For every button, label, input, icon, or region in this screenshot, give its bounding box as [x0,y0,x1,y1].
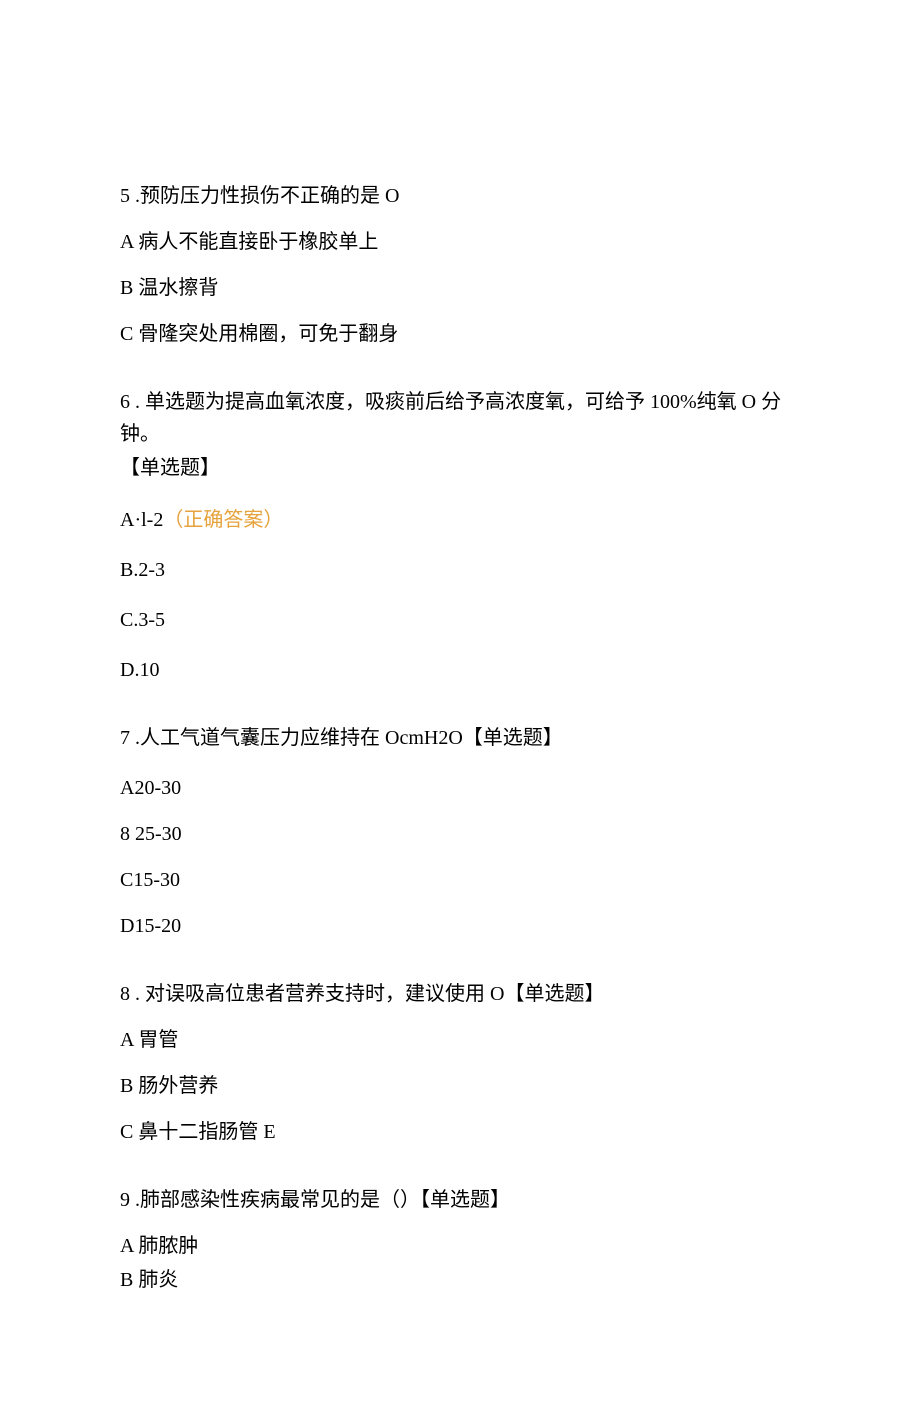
q5-stem-text: .预防压力性损伤不正确的是 O [130,185,399,207]
q9-number: 9 [120,1184,130,1216]
q8-stem-text: . 对误吸高位患者营养支持时，建议使用 O【单选题】 [130,983,604,1005]
q9-stem: 9 .肺部感染性疾病最常见的是（）【单选题】 [120,1184,800,1216]
q5-number: 5 [120,180,130,212]
q7-stem: 7 .人工气道气囊压力应维持在 OcmH2O【单选题】 [120,722,800,754]
q6-option-a: A·l-2（正确答案） [120,504,800,536]
q7-option-b-number: 8 [120,818,130,850]
q8-stem: 8 . 对误吸高位患者营养支持时，建议使用 O【单选题】 [120,978,800,1010]
q6-option-d: D.10 [120,654,800,686]
q8-option-c: C 鼻十二指肠管 E [120,1116,800,1148]
q8-option-a: A 胃管 [120,1024,800,1056]
q9-stem-text: .肺部感染性疾病最常见的是（）【单选题】 [130,1189,510,1211]
q7-option-b-text: 25-30 [130,823,182,845]
q9-option-b: B 肺炎 [120,1264,800,1296]
q7-option-a: A20-30 [120,772,800,804]
q6-number: 6 [120,386,130,418]
q7-option-c: C15-30 [120,864,800,896]
q5-option-a: A 病人不能直接卧于橡胶单上 [120,226,800,258]
q6-stem-text: . 单选题为提高血氧浓度，吸痰前后给予高浓度氧，可给予 100%纯氧 O 分钟。 [120,391,781,445]
q6-correct-answer: （正确答案） [163,509,283,531]
q6-stem: 6 . 单选题为提高血氧浓度，吸痰前后给予高浓度氧，可给予 100%纯氧 O 分… [120,386,800,450]
q5-option-c: C 骨隆突处用棉圈，可免于翻身 [120,318,800,350]
q7-option-b: 8 25-30 [120,818,800,850]
q7-stem-text: .人工气道气囊压力应维持在 OcmH2O【单选题】 [130,727,563,749]
q5-option-b: B 温水擦背 [120,272,800,304]
question-5: 5 .预防压力性损伤不正确的是 O A 病人不能直接卧于橡胶单上 B 温水擦背 … [120,180,800,350]
q9-option-a: A 肺脓肿 [120,1230,800,1262]
q7-number: 7 [120,722,130,754]
q6-option-a-text: A·l-2 [120,509,163,531]
q6-option-c: C.3-5 [120,604,800,636]
q6-tag: 【单选题】 [120,452,800,484]
question-6: 6 . 单选题为提高血氧浓度，吸痰前后给予高浓度氧，可给予 100%纯氧 O 分… [120,386,800,686]
question-8: 8 . 对误吸高位患者营养支持时，建议使用 O【单选题】 A 胃管 B 肠外营养… [120,978,800,1148]
q8-number: 8 [120,978,130,1010]
question-9: 9 .肺部感染性疾病最常见的是（）【单选题】 A 肺脓肿 B 肺炎 [120,1184,800,1296]
q8-option-b: B 肠外营养 [120,1070,800,1102]
question-7: 7 .人工气道气囊压力应维持在 OcmH2O【单选题】 A20-30 8 25-… [120,722,800,942]
q7-option-d: D15-20 [120,910,800,942]
q5-stem: 5 .预防压力性损伤不正确的是 O [120,180,800,212]
q6-option-b: B.2-3 [120,554,800,586]
